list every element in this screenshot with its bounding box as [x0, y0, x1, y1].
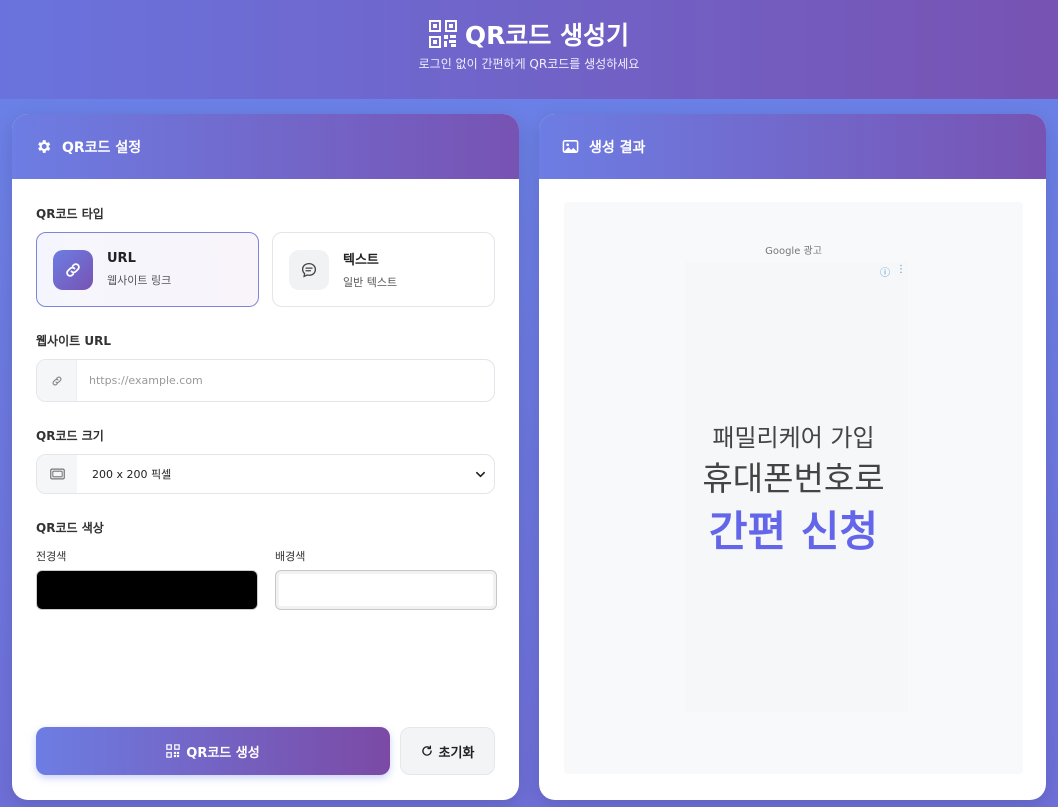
ad-text-line2: 휴대폰번호로	[702, 459, 885, 498]
page-subtitle: 로그인 없이 간편하게 QR코드를 생성하세요	[418, 57, 640, 71]
foreground-color-label: 전경색	[36, 550, 67, 563]
frame-icon	[49, 468, 65, 480]
page-header: QR코드 생성기 로그인 없이 간편하게 QR코드를 생성하세요	[0, 0, 1058, 99]
image-icon	[562, 140, 579, 153]
settings-card-title: QR코드 설정	[62, 139, 142, 156]
type-option-url[interactable]: URL 웹사이트 링크	[36, 232, 259, 307]
type-icon-box	[53, 249, 93, 290]
page-title: QR코드 생성기	[464, 21, 630, 50]
url-field-icon-box	[37, 360, 77, 401]
foreground-color-picker[interactable]	[36, 570, 258, 610]
chat-icon	[301, 262, 317, 278]
chevron-down-icon	[475, 465, 486, 484]
background-color-picker[interactable]	[275, 570, 497, 610]
link-icon	[52, 376, 61, 385]
link-icon	[66, 262, 80, 277]
generate-button[interactable]: QR코드 생성	[36, 727, 390, 775]
ad-text-line3: 간편 신청	[708, 507, 879, 556]
type-option-desc: 일반 텍스트	[343, 276, 398, 289]
qr-type-label: QR코드 타입	[36, 207, 104, 221]
size-select-value: 200 x 200 픽셀	[92, 468, 172, 481]
url-label: 웹사이트 URL	[36, 334, 111, 348]
generate-button-label: QR코드 생성	[186, 745, 260, 761]
refresh-icon	[421, 745, 432, 756]
background-color-label: 배경색	[275, 550, 306, 563]
ad-choices[interactable]: ⓘ ⋮	[880, 264, 906, 279]
reset-button[interactable]: 초기화	[400, 727, 495, 775]
result-card-title: 생성 결과	[589, 139, 646, 156]
result-card-header: 생성 결과	[539, 114, 1046, 179]
ad-label: Google 광고	[765, 246, 822, 257]
qr-code-icon	[428, 20, 457, 48]
result-card: 생성 결과 Google 광고 ⓘ ⋮ 패밀리케어 가입 휴대폰번호로 간편 신…	[539, 114, 1046, 800]
reset-button-label: 초기화	[438, 745, 475, 761]
more-vertical-icon: ⋮	[896, 264, 906, 275]
result-area: Google 광고 ⓘ ⋮ 패밀리케어 가입 휴대폰번호로 간편 신청	[564, 202, 1023, 774]
settings-card: QR코드 설정 QR코드 타입 URL 웹사이트 링크 텍스트 일반 텍스트 웹	[12, 114, 519, 800]
url-input[interactable]	[89, 374, 469, 387]
page-title-row: QR코드 생성기	[0, 16, 1058, 52]
type-option-title: URL	[107, 251, 136, 266]
info-icon: ⓘ	[880, 268, 890, 279]
type-option-title: 텍스트	[343, 253, 379, 268]
url-field-wrap	[36, 359, 495, 402]
ad-text-line1: 패밀리케어 가입	[712, 424, 875, 452]
type-icon-box	[289, 249, 329, 290]
color-label: QR코드 색상	[36, 521, 104, 535]
gear-icon	[38, 140, 51, 153]
type-option-desc: 웹사이트 링크	[107, 274, 172, 287]
size-select-icon-box	[37, 455, 77, 493]
type-option-text[interactable]: 텍스트 일반 텍스트	[272, 232, 495, 307]
size-label: QR코드 크기	[36, 429, 104, 443]
settings-card-header: QR코드 설정	[12, 114, 519, 179]
size-select[interactable]: 200 x 200 픽셀	[36, 454, 495, 494]
qr-code-icon	[166, 744, 181, 758]
